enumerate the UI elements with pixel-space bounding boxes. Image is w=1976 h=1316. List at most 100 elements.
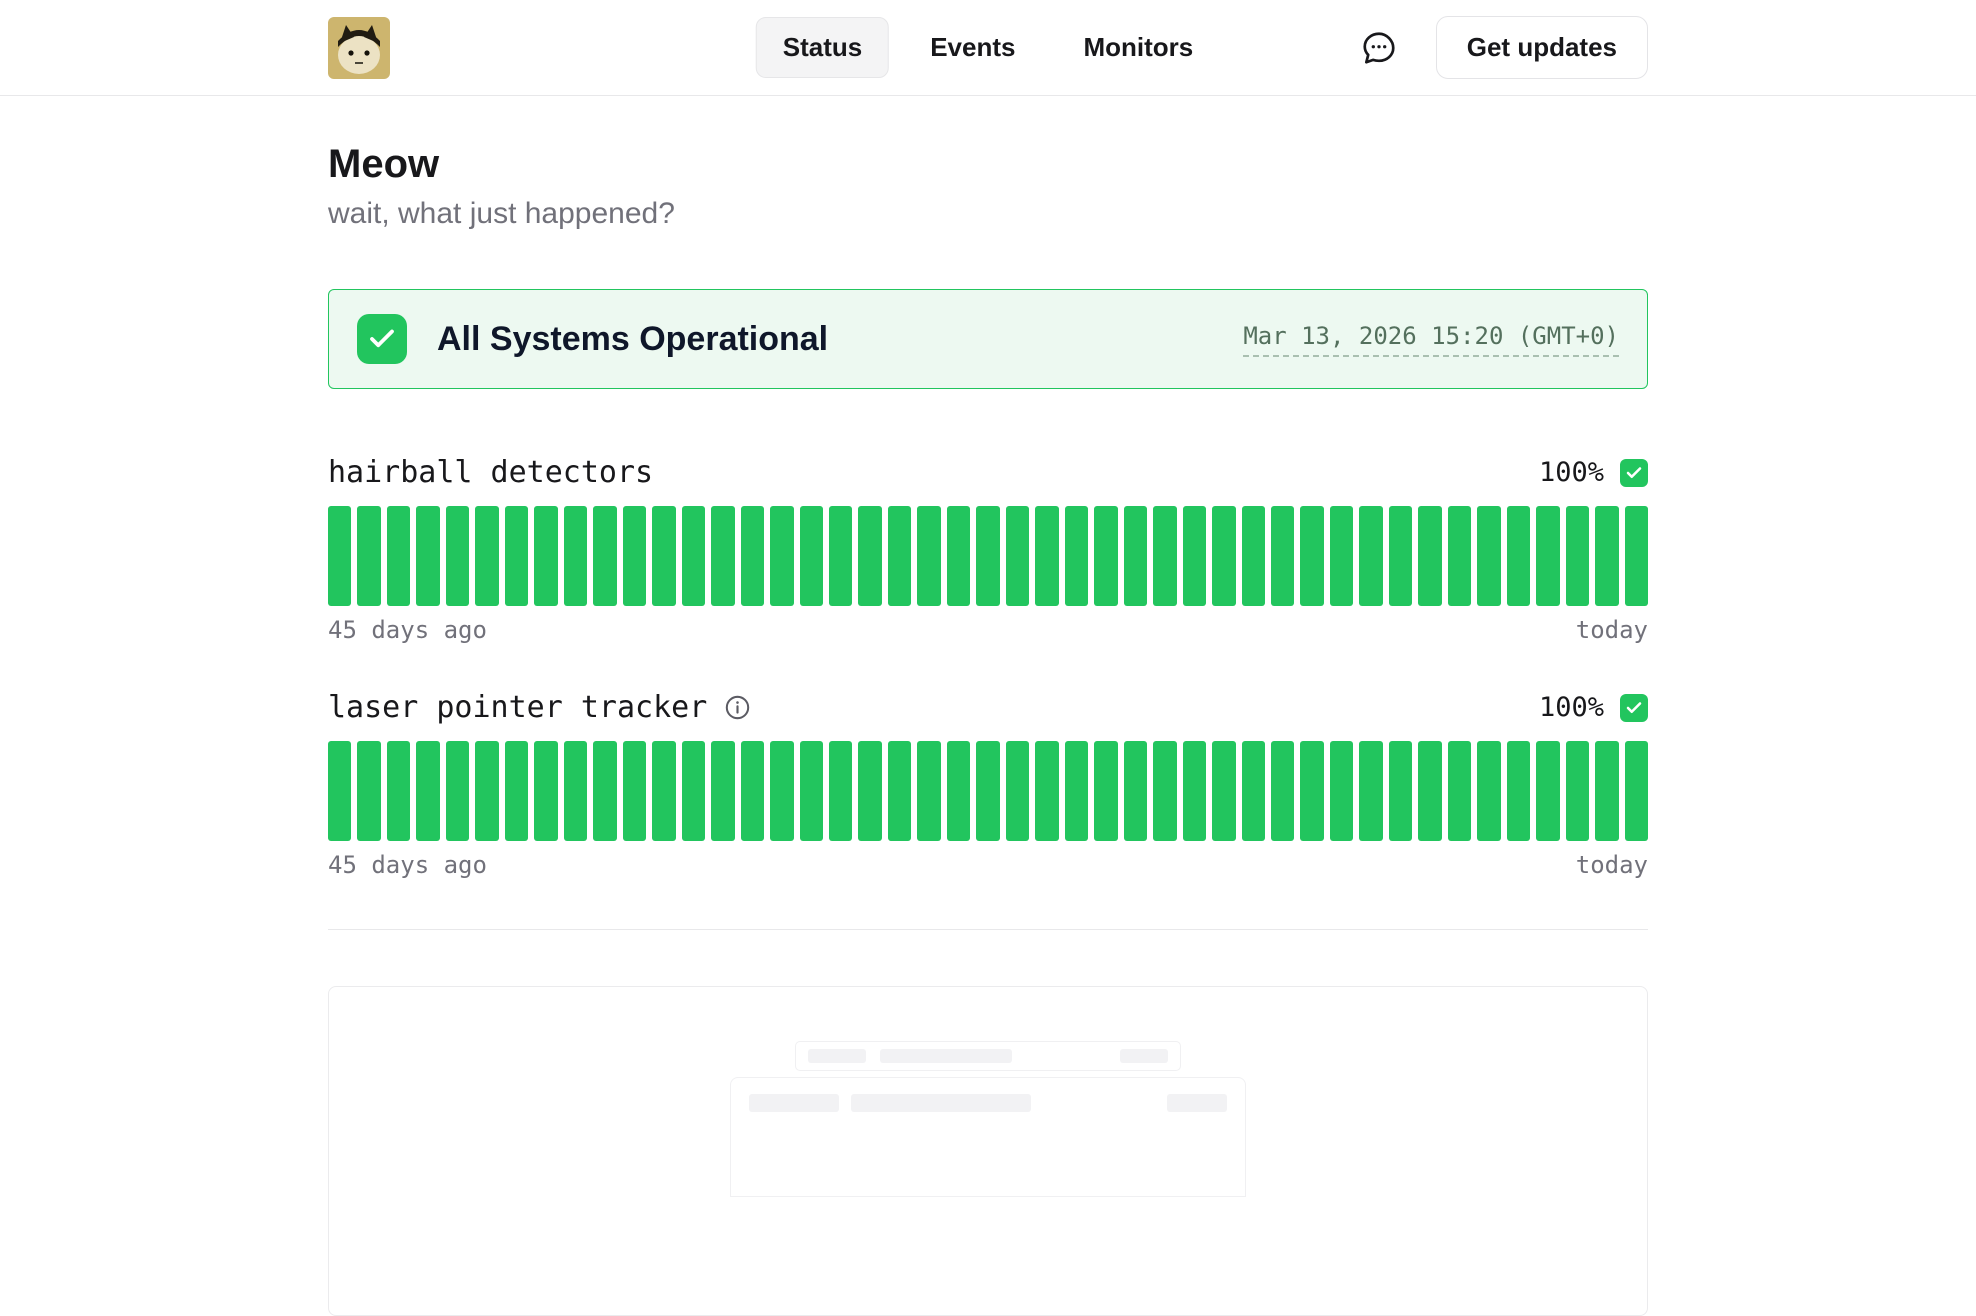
uptime-bar[interactable] <box>534 741 557 841</box>
uptime-bar[interactable] <box>505 741 528 841</box>
uptime-bar[interactable] <box>475 506 498 606</box>
uptime-bar[interactable] <box>1065 741 1088 841</box>
uptime-bar[interactable] <box>858 741 881 841</box>
uptime-bar[interactable] <box>1625 506 1648 606</box>
uptime-bar[interactable] <box>1006 506 1029 606</box>
uptime-bar[interactable] <box>1418 506 1441 606</box>
uptime-bar[interactable] <box>1271 506 1294 606</box>
uptime-bar[interactable] <box>1094 741 1117 841</box>
uptime-bar[interactable] <box>1389 741 1412 841</box>
uptime-bar[interactable] <box>623 741 646 841</box>
uptime-bar[interactable] <box>800 741 823 841</box>
uptime-bar[interactable] <box>328 506 351 606</box>
uptime-bar[interactable] <box>564 741 587 841</box>
uptime-bar[interactable] <box>1300 741 1323 841</box>
uptime-bar[interactable] <box>917 506 940 606</box>
uptime-bar[interactable] <box>947 506 970 606</box>
feedback-chat-button[interactable] <box>1358 27 1400 69</box>
uptime-bar[interactable] <box>1124 506 1147 606</box>
uptime-bar[interactable] <box>1006 741 1029 841</box>
uptime-bar[interactable] <box>1212 506 1235 606</box>
info-icon[interactable] <box>723 694 751 722</box>
uptime-bar[interactable] <box>1153 741 1176 841</box>
uptime-bar[interactable] <box>328 741 351 841</box>
uptime-bar[interactable] <box>1595 741 1618 841</box>
uptime-bar[interactable] <box>1595 506 1618 606</box>
uptime-bar[interactable] <box>652 741 675 841</box>
uptime-bar[interactable] <box>741 741 764 841</box>
status-timestamp[interactable]: Mar 13, 2026 15:20 (GMT+0) <box>1243 322 1619 357</box>
uptime-bar[interactable] <box>1330 741 1353 841</box>
uptime-bar[interactable] <box>947 741 970 841</box>
uptime-bar[interactable] <box>652 506 675 606</box>
uptime-bar[interactable] <box>1477 506 1500 606</box>
uptime-bar[interactable] <box>1065 506 1088 606</box>
uptime-bar[interactable] <box>505 506 528 606</box>
uptime-bar[interactable] <box>741 506 764 606</box>
uptime-bar[interactable] <box>416 741 439 841</box>
uptime-bar[interactable] <box>446 741 469 841</box>
uptime-bar-chart <box>328 506 1648 606</box>
uptime-bar[interactable] <box>770 506 793 606</box>
uptime-bar[interactable] <box>1242 741 1265 841</box>
uptime-bar[interactable] <box>1035 741 1058 841</box>
uptime-bar[interactable] <box>829 741 852 841</box>
uptime-bar[interactable] <box>770 741 793 841</box>
uptime-bar[interactable] <box>682 506 705 606</box>
uptime-bar[interactable] <box>1566 741 1589 841</box>
uptime-bar[interactable] <box>829 506 852 606</box>
uptime-bar[interactable] <box>446 506 469 606</box>
uptime-bar[interactable] <box>682 741 705 841</box>
uptime-bar[interactable] <box>1330 506 1353 606</box>
tab-status[interactable]: Status <box>756 17 889 78</box>
uptime-bar[interactable] <box>623 506 646 606</box>
uptime-bar[interactable] <box>976 506 999 606</box>
uptime-bar[interactable] <box>1507 741 1530 841</box>
uptime-bar[interactable] <box>1536 741 1559 841</box>
uptime-bar[interactable] <box>1418 741 1441 841</box>
uptime-bar[interactable] <box>387 741 410 841</box>
uptime-bar[interactable] <box>1183 506 1206 606</box>
uptime-bar[interactable] <box>1242 506 1265 606</box>
uptime-bar[interactable] <box>711 741 734 841</box>
uptime-bar[interactable] <box>593 506 616 606</box>
uptime-bar[interactable] <box>711 506 734 606</box>
uptime-bar[interactable] <box>357 741 380 841</box>
uptime-bar[interactable] <box>564 506 587 606</box>
uptime-bar[interactable] <box>858 506 881 606</box>
uptime-bar[interactable] <box>1212 741 1235 841</box>
uptime-bar[interactable] <box>357 506 380 606</box>
uptime-bar[interactable] <box>416 506 439 606</box>
uptime-bar[interactable] <box>917 741 940 841</box>
uptime-bar[interactable] <box>888 741 911 841</box>
uptime-bar[interactable] <box>1448 741 1471 841</box>
uptime-bar[interactable] <box>1035 506 1058 606</box>
uptime-bar[interactable] <box>593 741 616 841</box>
tab-events[interactable]: Events <box>903 17 1042 78</box>
uptime-bar[interactable] <box>1183 741 1206 841</box>
uptime-bar[interactable] <box>1477 741 1500 841</box>
uptime-bar[interactable] <box>1359 506 1382 606</box>
tab-monitors[interactable]: Monitors <box>1056 17 1220 78</box>
uptime-bar[interactable] <box>387 506 410 606</box>
section-divider <box>328 929 1648 930</box>
uptime-bar[interactable] <box>1448 506 1471 606</box>
uptime-bar[interactable] <box>1536 506 1559 606</box>
uptime-bar[interactable] <box>1153 506 1176 606</box>
uptime-bar[interactable] <box>1625 741 1648 841</box>
uptime-bar[interactable] <box>888 506 911 606</box>
get-updates-button[interactable]: Get updates <box>1436 16 1648 79</box>
uptime-bar[interactable] <box>1359 741 1382 841</box>
uptime-bar[interactable] <box>1094 506 1117 606</box>
uptime-bar[interactable] <box>1566 506 1589 606</box>
cat-logo[interactable] <box>328 17 390 79</box>
uptime-bar[interactable] <box>1389 506 1412 606</box>
uptime-bar[interactable] <box>534 506 557 606</box>
uptime-bar[interactable] <box>976 741 999 841</box>
uptime-bar[interactable] <box>1300 506 1323 606</box>
uptime-bar[interactable] <box>1271 741 1294 841</box>
uptime-bar[interactable] <box>1507 506 1530 606</box>
uptime-bar[interactable] <box>1124 741 1147 841</box>
uptime-bar[interactable] <box>475 741 498 841</box>
uptime-bar[interactable] <box>800 506 823 606</box>
